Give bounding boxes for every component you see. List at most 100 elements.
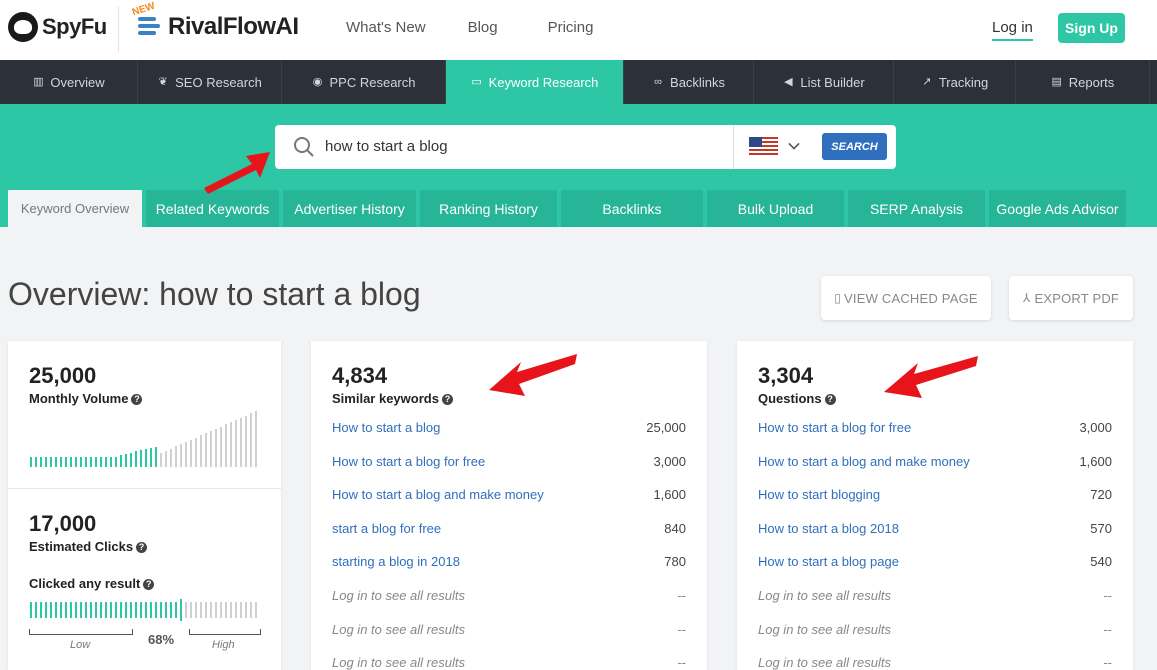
clicked-bar-segment xyxy=(125,602,127,618)
estimated-clicks-value: 17,000 xyxy=(29,511,97,536)
clicked-bar-segment xyxy=(175,602,177,618)
subtab-google-ads-advisor[interactable]: Google Ads Advisor xyxy=(989,190,1126,227)
subtab-bulk-upload[interactable]: Bulk Upload xyxy=(707,190,844,227)
volume-bar xyxy=(235,420,237,467)
top-header: SpyFu NEW RivalFlowAI What's New Blog Pr… xyxy=(0,0,1157,60)
help-icon[interactable]: ? xyxy=(441,394,453,405)
view-cached-page-button[interactable]: ▯ VIEW CACHED PAGE xyxy=(821,276,991,320)
help-icon[interactable]: ? xyxy=(824,394,836,405)
subtab-backlinks[interactable]: Backlinks xyxy=(561,190,703,227)
clicked-bar-segment xyxy=(165,602,167,618)
volume-bar xyxy=(125,453,127,467)
keyword-link[interactable]: start a blog for free xyxy=(332,521,441,536)
export-pdf-button[interactable]: ⅄ EXPORT PDF xyxy=(1009,276,1133,320)
subtab-ranking-history[interactable]: Ranking History xyxy=(420,190,557,227)
clicked-bar-segment xyxy=(105,602,107,618)
keyword-volume: 3,000 xyxy=(1079,420,1112,435)
help-icon[interactable]: ? xyxy=(136,542,148,553)
keyword-subtabs: Keyword Overview Related Keywords Advert… xyxy=(8,190,1126,227)
clicked-bar-segment xyxy=(235,602,237,618)
tab-overview[interactable]: ▥ Overview xyxy=(0,60,138,104)
nav-blog[interactable]: Blog xyxy=(468,19,498,36)
help-icon[interactable]: ? xyxy=(143,579,155,590)
signup-button[interactable]: Sign Up xyxy=(1058,13,1125,43)
similar-keywords-label: Similar keywords? xyxy=(332,391,453,406)
login-prompt-link[interactable]: Log in to see all results xyxy=(758,588,891,603)
spyfu-logo[interactable]: SpyFu xyxy=(8,12,107,42)
subtab-advertiser-history[interactable]: Advertiser History xyxy=(283,190,416,227)
volume-bar xyxy=(80,457,82,467)
tab-reports[interactable]: ▤ Reports xyxy=(1016,60,1150,104)
tab-list-builder[interactable]: ◀ List Builder xyxy=(754,60,894,104)
similar-keywords-list: How to start a blog 25,000 How to start a … xyxy=(332,420,686,670)
clicked-bar-segment xyxy=(210,602,212,618)
volume-bar xyxy=(215,428,217,467)
keyword-link[interactable]: How to start a blog page xyxy=(758,554,899,569)
clicked-bar-segment xyxy=(180,599,182,621)
low-label: Low xyxy=(70,639,91,651)
search-input[interactable]: how to start a blog xyxy=(325,138,448,155)
tab-ppc-research[interactable]: ◉ PPC Research xyxy=(282,60,446,104)
keyword-link[interactable]: How to start a blog and make money xyxy=(758,454,970,469)
volume-card: 25,000 Monthly Volume? 17,000 Estimated … xyxy=(8,341,281,670)
clicked-bar-segment xyxy=(190,602,192,618)
volume-bar xyxy=(35,457,37,467)
clicked-any-result-bar xyxy=(30,599,257,621)
volume-bar xyxy=(100,457,102,467)
volume-bar xyxy=(95,457,97,467)
login-prompt-link[interactable]: Log in to see all results xyxy=(332,655,465,670)
monthly-volume-label: Monthly Volume? xyxy=(29,391,143,406)
keyword-volume: -- xyxy=(1103,621,1112,637)
clicked-bar-segment xyxy=(60,602,62,618)
clicked-bar-segment xyxy=(40,602,42,618)
keyword-link[interactable]: How to start a blog for free xyxy=(332,454,485,469)
tab-seo-research[interactable]: ❦ SEO Research xyxy=(138,60,282,104)
nav-whats-new[interactable]: What's New xyxy=(346,19,426,36)
help-icon[interactable]: ? xyxy=(131,394,143,405)
keyword-link[interactable]: starting a blog in 2018 xyxy=(332,554,460,569)
volume-bar xyxy=(90,457,92,467)
country-select[interactable] xyxy=(733,125,815,169)
keyword-volume: 1,600 xyxy=(1079,453,1112,469)
clicked-bar-segment xyxy=(160,602,162,618)
line-chart-icon: ↗ xyxy=(922,75,932,88)
tab-keyword-research[interactable]: ▭ Keyword Research xyxy=(446,60,624,104)
keyword-link[interactable]: How to start a blog 2018 xyxy=(758,521,899,536)
volume-bar xyxy=(255,411,257,467)
volume-bar xyxy=(175,446,177,467)
keyword-link[interactable]: How to start blogging xyxy=(758,487,880,502)
tab-backlinks[interactable]: ∞ Backlinks xyxy=(624,60,754,104)
clicked-bar-segment xyxy=(140,602,142,618)
keyword-link[interactable]: How to start a blog and make money xyxy=(332,487,544,502)
login-prompt-link[interactable]: Log in to see all results xyxy=(332,588,465,603)
login-prompt-link[interactable]: Log in to see all results xyxy=(758,622,891,637)
volume-bar xyxy=(65,457,67,467)
tab-tracking[interactable]: ↗ Tracking xyxy=(894,60,1016,104)
target-icon: ◉ xyxy=(312,75,323,88)
volume-bar xyxy=(250,413,252,467)
rivalflow-logo[interactable]: NEW RivalFlowAI xyxy=(131,1,299,41)
volume-bar xyxy=(220,426,222,467)
volume-bar xyxy=(225,424,227,467)
keyword-link[interactable]: How to start a blog for free xyxy=(758,420,911,435)
header-divider xyxy=(118,6,119,52)
search-button[interactable]: SEARCH xyxy=(822,133,887,160)
keyword-link[interactable]: How to start a blog xyxy=(332,420,440,435)
subtab-serp-analysis[interactable]: SERP Analysis xyxy=(848,190,985,227)
clicked-bar-segment xyxy=(135,602,137,618)
keyword-volume: 3,000 xyxy=(653,453,686,469)
clicked-bar-segment xyxy=(205,602,207,618)
clicked-bar-segment xyxy=(245,602,247,618)
keyboard-icon: ▭ xyxy=(471,75,482,88)
nav-pricing[interactable]: Pricing xyxy=(548,19,594,36)
red-arrow-annotation xyxy=(884,356,978,398)
login-prompt-link[interactable]: Log in to see all results xyxy=(332,622,465,637)
keyword-volume: -- xyxy=(677,621,686,637)
login-link[interactable]: Log in xyxy=(992,19,1033,41)
volume-bar xyxy=(140,450,142,467)
clicked-bar-segment xyxy=(200,602,202,618)
clicked-bar-segment xyxy=(250,602,252,618)
volume-bar xyxy=(50,457,52,467)
subtab-keyword-overview[interactable]: Keyword Overview xyxy=(8,190,142,227)
login-prompt-link[interactable]: Log in to see all results xyxy=(758,655,891,670)
